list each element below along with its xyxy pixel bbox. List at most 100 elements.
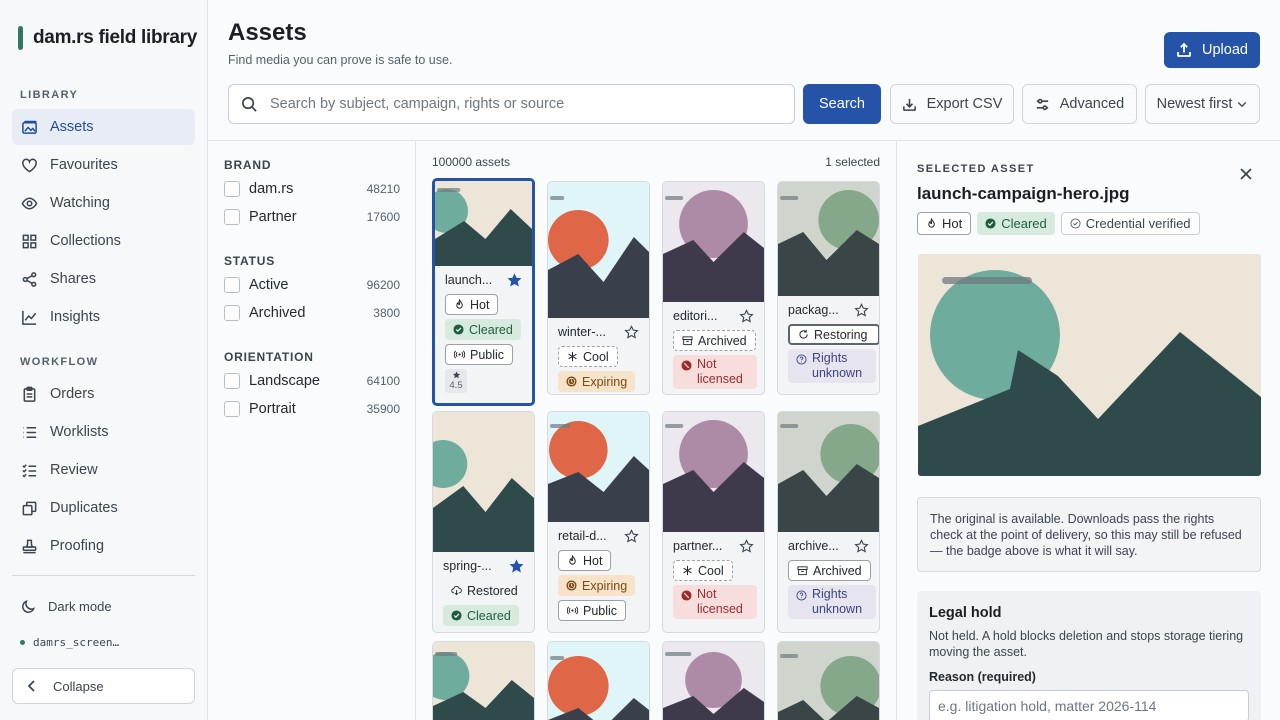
asset-name: partner... (673, 539, 723, 553)
sort-select[interactable]: Newest first (1145, 84, 1260, 124)
status-badge: Archived (673, 330, 756, 351)
chart-icon (22, 310, 37, 325)
archive-icon (797, 566, 808, 576)
asset-thumbnail (548, 642, 649, 720)
close-button[interactable] (1239, 167, 1255, 183)
sidebar-item-label: Review (50, 462, 98, 478)
asset-card[interactable]: spring-... Restored Cleared (432, 411, 535, 633)
asset-card[interactable]: launch... Hot Cleared Public 4.5 (432, 178, 535, 406)
asset-thumbnail (663, 182, 764, 302)
asset-filename: launch-campaign-hero.jpg (917, 184, 1130, 203)
search-field[interactable] (228, 84, 795, 124)
sidebar-item-worklists[interactable]: Worklists (12, 414, 195, 450)
flame-icon (569, 555, 576, 565)
sidebar-item-proofing[interactable]: Proofing (12, 528, 195, 564)
page-subtitle: Find media you can prove is safe to use. (228, 53, 453, 67)
asset-preview-image[interactable] (918, 254, 1261, 476)
sidebar-item-favourites[interactable]: Favourites (12, 147, 195, 183)
status-badge: Public (445, 344, 514, 365)
sidebar-item-assets[interactable]: Assets (12, 109, 195, 145)
sidebar-item-insights[interactable]: Insights (12, 299, 195, 335)
asset-card[interactable] (662, 641, 765, 720)
detail-section-label: SELECTED ASSET (917, 163, 1035, 175)
sidebar-item-collections[interactable]: Collections (12, 223, 195, 259)
star-icon (452, 371, 460, 379)
sidebar-item-label: Assets (50, 119, 94, 135)
star-outline-icon[interactable] (739, 308, 754, 324)
star-filled-icon[interactable] (507, 272, 522, 288)
checkbox[interactable] (224, 373, 240, 389)
checkbox[interactable] (224, 181, 240, 197)
star-outline-icon[interactable] (854, 538, 869, 554)
filter-option-active[interactable]: Active 96200 (224, 274, 400, 296)
checkbox[interactable] (224, 277, 240, 293)
badge-text: Not licensed (697, 357, 743, 386)
filter-count: 17600 (366, 210, 400, 224)
search-input[interactable] (270, 96, 770, 112)
asset-card[interactable]: winter-... Cool Expiring (547, 181, 650, 395)
asset-count: 100000 assets (432, 155, 511, 169)
dark-mode-label: Dark mode (48, 598, 112, 614)
reason-input[interactable] (929, 690, 1249, 720)
star-outline-icon[interactable] (739, 538, 754, 554)
asset-card[interactable] (777, 641, 880, 720)
sidebar-item-orders[interactable]: Orders (12, 376, 195, 412)
filter-heading-brand: BRAND (224, 158, 272, 172)
asset-card[interactable]: packag... Restoring Rights unknown (777, 181, 880, 395)
verified-icon (1070, 218, 1081, 229)
status-badge: Rights unknown (788, 585, 876, 619)
sidebar-item-duplicates[interactable]: Duplicates (12, 490, 195, 526)
star-outline-icon[interactable] (854, 302, 869, 318)
advanced-label: Advanced (1059, 96, 1125, 112)
checkbox[interactable] (224, 305, 240, 321)
check-circle-icon (451, 610, 462, 621)
snowflake-icon (568, 351, 577, 362)
export-csv-button[interactable]: Export CSV (890, 84, 1014, 124)
filter-option-portrait[interactable]: Portrait 35900 (224, 398, 400, 420)
asset-card[interactable]: archive... Archived Rights unknown (777, 411, 880, 633)
filter-option-dam-rs[interactable]: dam.rs 48210 (224, 178, 400, 200)
sidebar-item-label: Insights (50, 309, 100, 325)
filter-option-landscape[interactable]: Landscape 64100 (224, 370, 400, 392)
asset-card[interactable]: retail-d... Hot Expiring Public (547, 411, 650, 633)
chevron-down-icon (1238, 102, 1247, 108)
filter-count: 64100 (366, 374, 400, 388)
checkbox[interactable] (224, 401, 240, 417)
star-outline-icon[interactable] (624, 324, 639, 340)
badge-text: Archived (698, 333, 747, 348)
asset-card[interactable]: editori... Archived Not licensed (662, 181, 765, 395)
asset-card[interactable] (547, 641, 650, 720)
filter-option-partner[interactable]: Partner 17600 (224, 206, 400, 228)
checkbox[interactable] (224, 209, 240, 225)
brand[interactable]: dam.rs field library (18, 26, 197, 50)
sidebar: dam.rs field library LIBRARY Assets Favo… (0, 0, 208, 720)
asset-card-title: spring-... (433, 552, 534, 580)
grid-icon (22, 234, 37, 248)
sidebar-item-review[interactable]: Review (12, 452, 195, 488)
check-circle-icon (453, 324, 464, 335)
asset-thumbnail (778, 182, 879, 296)
filter-option-archived[interactable]: Archived 3800 (224, 302, 400, 324)
upload-button[interactable]: Upload (1164, 32, 1260, 68)
dark-mode-toggle[interactable]: Dark mode (12, 590, 112, 622)
user-indicator[interactable]: damrs_screen… (20, 636, 119, 649)
status-badge: Hot (558, 550, 612, 571)
collapse-button[interactable]: Collapse (12, 668, 195, 704)
star-outline-icon[interactable] (624, 528, 639, 544)
star-filled-icon[interactable] (509, 558, 524, 574)
user-name: damrs_screen… (33, 636, 120, 649)
badge-text: Cleared (1001, 216, 1047, 231)
check-circle-icon (985, 218, 996, 229)
asset-thumbnail (433, 642, 534, 720)
asset-grid: 100000 assets 1 selected launch... Hot C… (416, 141, 896, 720)
badge-text: Cleared (467, 608, 511, 623)
sidebar-item-shares[interactable]: Shares (12, 261, 195, 297)
asset-tags: Archived Not licensed (663, 330, 764, 389)
asset-card[interactable] (432, 641, 535, 720)
search-button[interactable]: Search (803, 84, 881, 124)
export-csv-label: Export CSV (926, 96, 1003, 112)
asset-card[interactable]: partner... Cool Not licensed (662, 411, 765, 633)
sidebar-item-watching[interactable]: Watching (12, 185, 195, 221)
advanced-button[interactable]: Advanced (1022, 84, 1137, 124)
rating-badge: 4.5 (445, 369, 467, 393)
